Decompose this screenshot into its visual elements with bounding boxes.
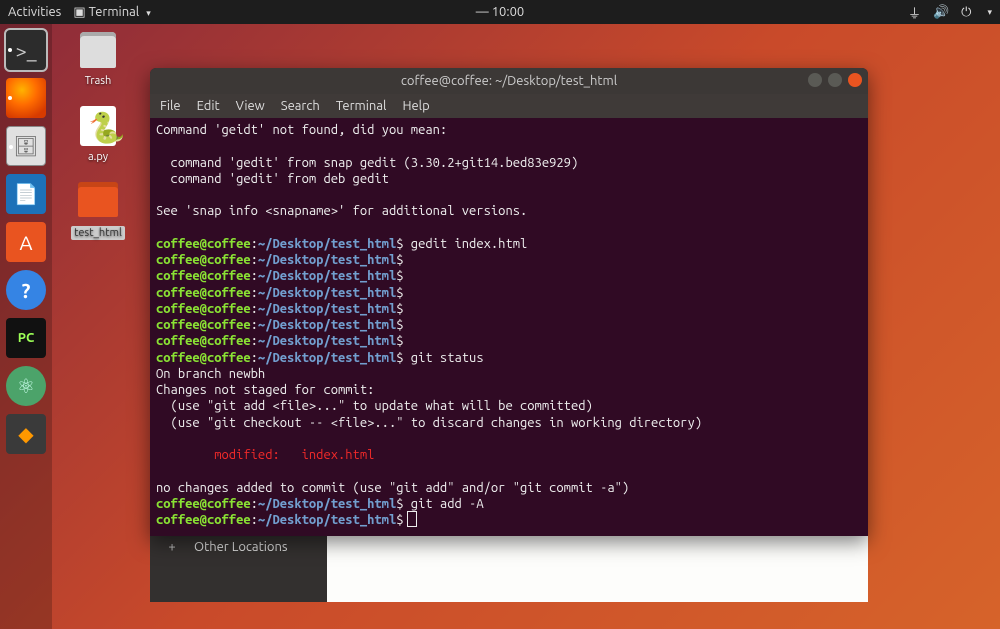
launcher-ubuntu-software[interactable]: A [6, 222, 46, 262]
trash-icon [80, 32, 116, 68]
folder-icon [78, 187, 118, 217]
terminal-icon: ▣ [73, 5, 85, 19]
document-icon: 📄 [14, 182, 39, 206]
desktop-icon-label: test_html [71, 226, 125, 240]
files-sidebar-label: Other Locations [194, 540, 288, 554]
plus-icon: + [164, 540, 180, 554]
launcher-help[interactable]: ? [6, 270, 46, 310]
atom-icon: ⚛ [17, 374, 35, 398]
activities-button[interactable]: Activities [8, 5, 61, 19]
terminal-window: coffee@coffee: ~/Desktop/test_html File … [150, 68, 868, 536]
window-close-button[interactable] [848, 73, 862, 87]
python-file-icon [80, 106, 116, 146]
desktop-icon-label: a.py [85, 150, 111, 164]
window-maximize-button[interactable] [828, 73, 842, 87]
volume-icon[interactable]: 🔊 [933, 5, 949, 20]
help-icon: ? [22, 279, 31, 302]
menu-terminal[interactable]: Terminal [336, 99, 387, 113]
launcher-dock: >_ 🗄 📄 A ? PC ⚛ ◆ [0, 24, 52, 629]
launcher-libreoffice[interactable]: 📄 [6, 174, 46, 214]
terminal-menubar: File Edit View Search Terminal Help [150, 94, 868, 118]
terminal-icon: >_ [15, 39, 36, 62]
menu-search[interactable]: Search [281, 99, 320, 113]
launcher-terminal[interactable]: >_ [6, 30, 46, 70]
launcher-atom[interactable]: ⚛ [6, 366, 46, 406]
menu-view[interactable]: View [236, 99, 265, 113]
launcher-files[interactable]: 🗄 [6, 126, 46, 166]
app-menu[interactable]: ▣ Terminal ▾ [73, 5, 150, 20]
desktop-icon-label: Trash [82, 74, 115, 88]
desktop-file-apy[interactable]: a.py [68, 106, 128, 164]
chevron-down-icon: ▾ [146, 8, 151, 18]
sublime-icon: ◆ [18, 422, 33, 446]
network-icon[interactable]: ⏚ [908, 3, 921, 22]
files-icon: 🗄 [13, 134, 38, 158]
power-icon[interactable]: ⏻ [961, 5, 971, 20]
window-title: coffee@coffee: ~/Desktop/test_html [401, 74, 617, 88]
launcher-firefox[interactable] [6, 78, 46, 118]
terminal-output[interactable]: Command 'geidt' not found, did you mean:… [150, 118, 868, 536]
desktop-trash[interactable]: Trash [68, 30, 128, 88]
menu-help[interactable]: Help [402, 99, 429, 113]
launcher-sublime[interactable]: ◆ [6, 414, 46, 454]
cursor [408, 512, 416, 526]
desktop-folder-test-html[interactable]: test_html [68, 182, 128, 240]
desktop: Trash a.py test_html [68, 30, 128, 240]
chevron-down-icon: ▾ [987, 7, 992, 18]
clock[interactable]: — 10:00 [476, 5, 524, 19]
top-panel: Activities ▣ Terminal ▾ — 10:00 ⏚ 🔊 ⏻ ▾ [0, 0, 1000, 24]
terminal-titlebar[interactable]: coffee@coffee: ~/Desktop/test_html [150, 68, 868, 94]
menu-edit[interactable]: Edit [197, 99, 220, 113]
pycharm-icon: PC [18, 331, 35, 345]
shopping-bag-icon: A [20, 231, 33, 254]
launcher-pycharm[interactable]: PC [6, 318, 46, 358]
window-minimize-button[interactable] [808, 73, 822, 87]
clock-text: 10:00 [492, 5, 525, 19]
app-menu-label: Terminal [89, 5, 140, 19]
menu-file[interactable]: File [160, 99, 181, 113]
